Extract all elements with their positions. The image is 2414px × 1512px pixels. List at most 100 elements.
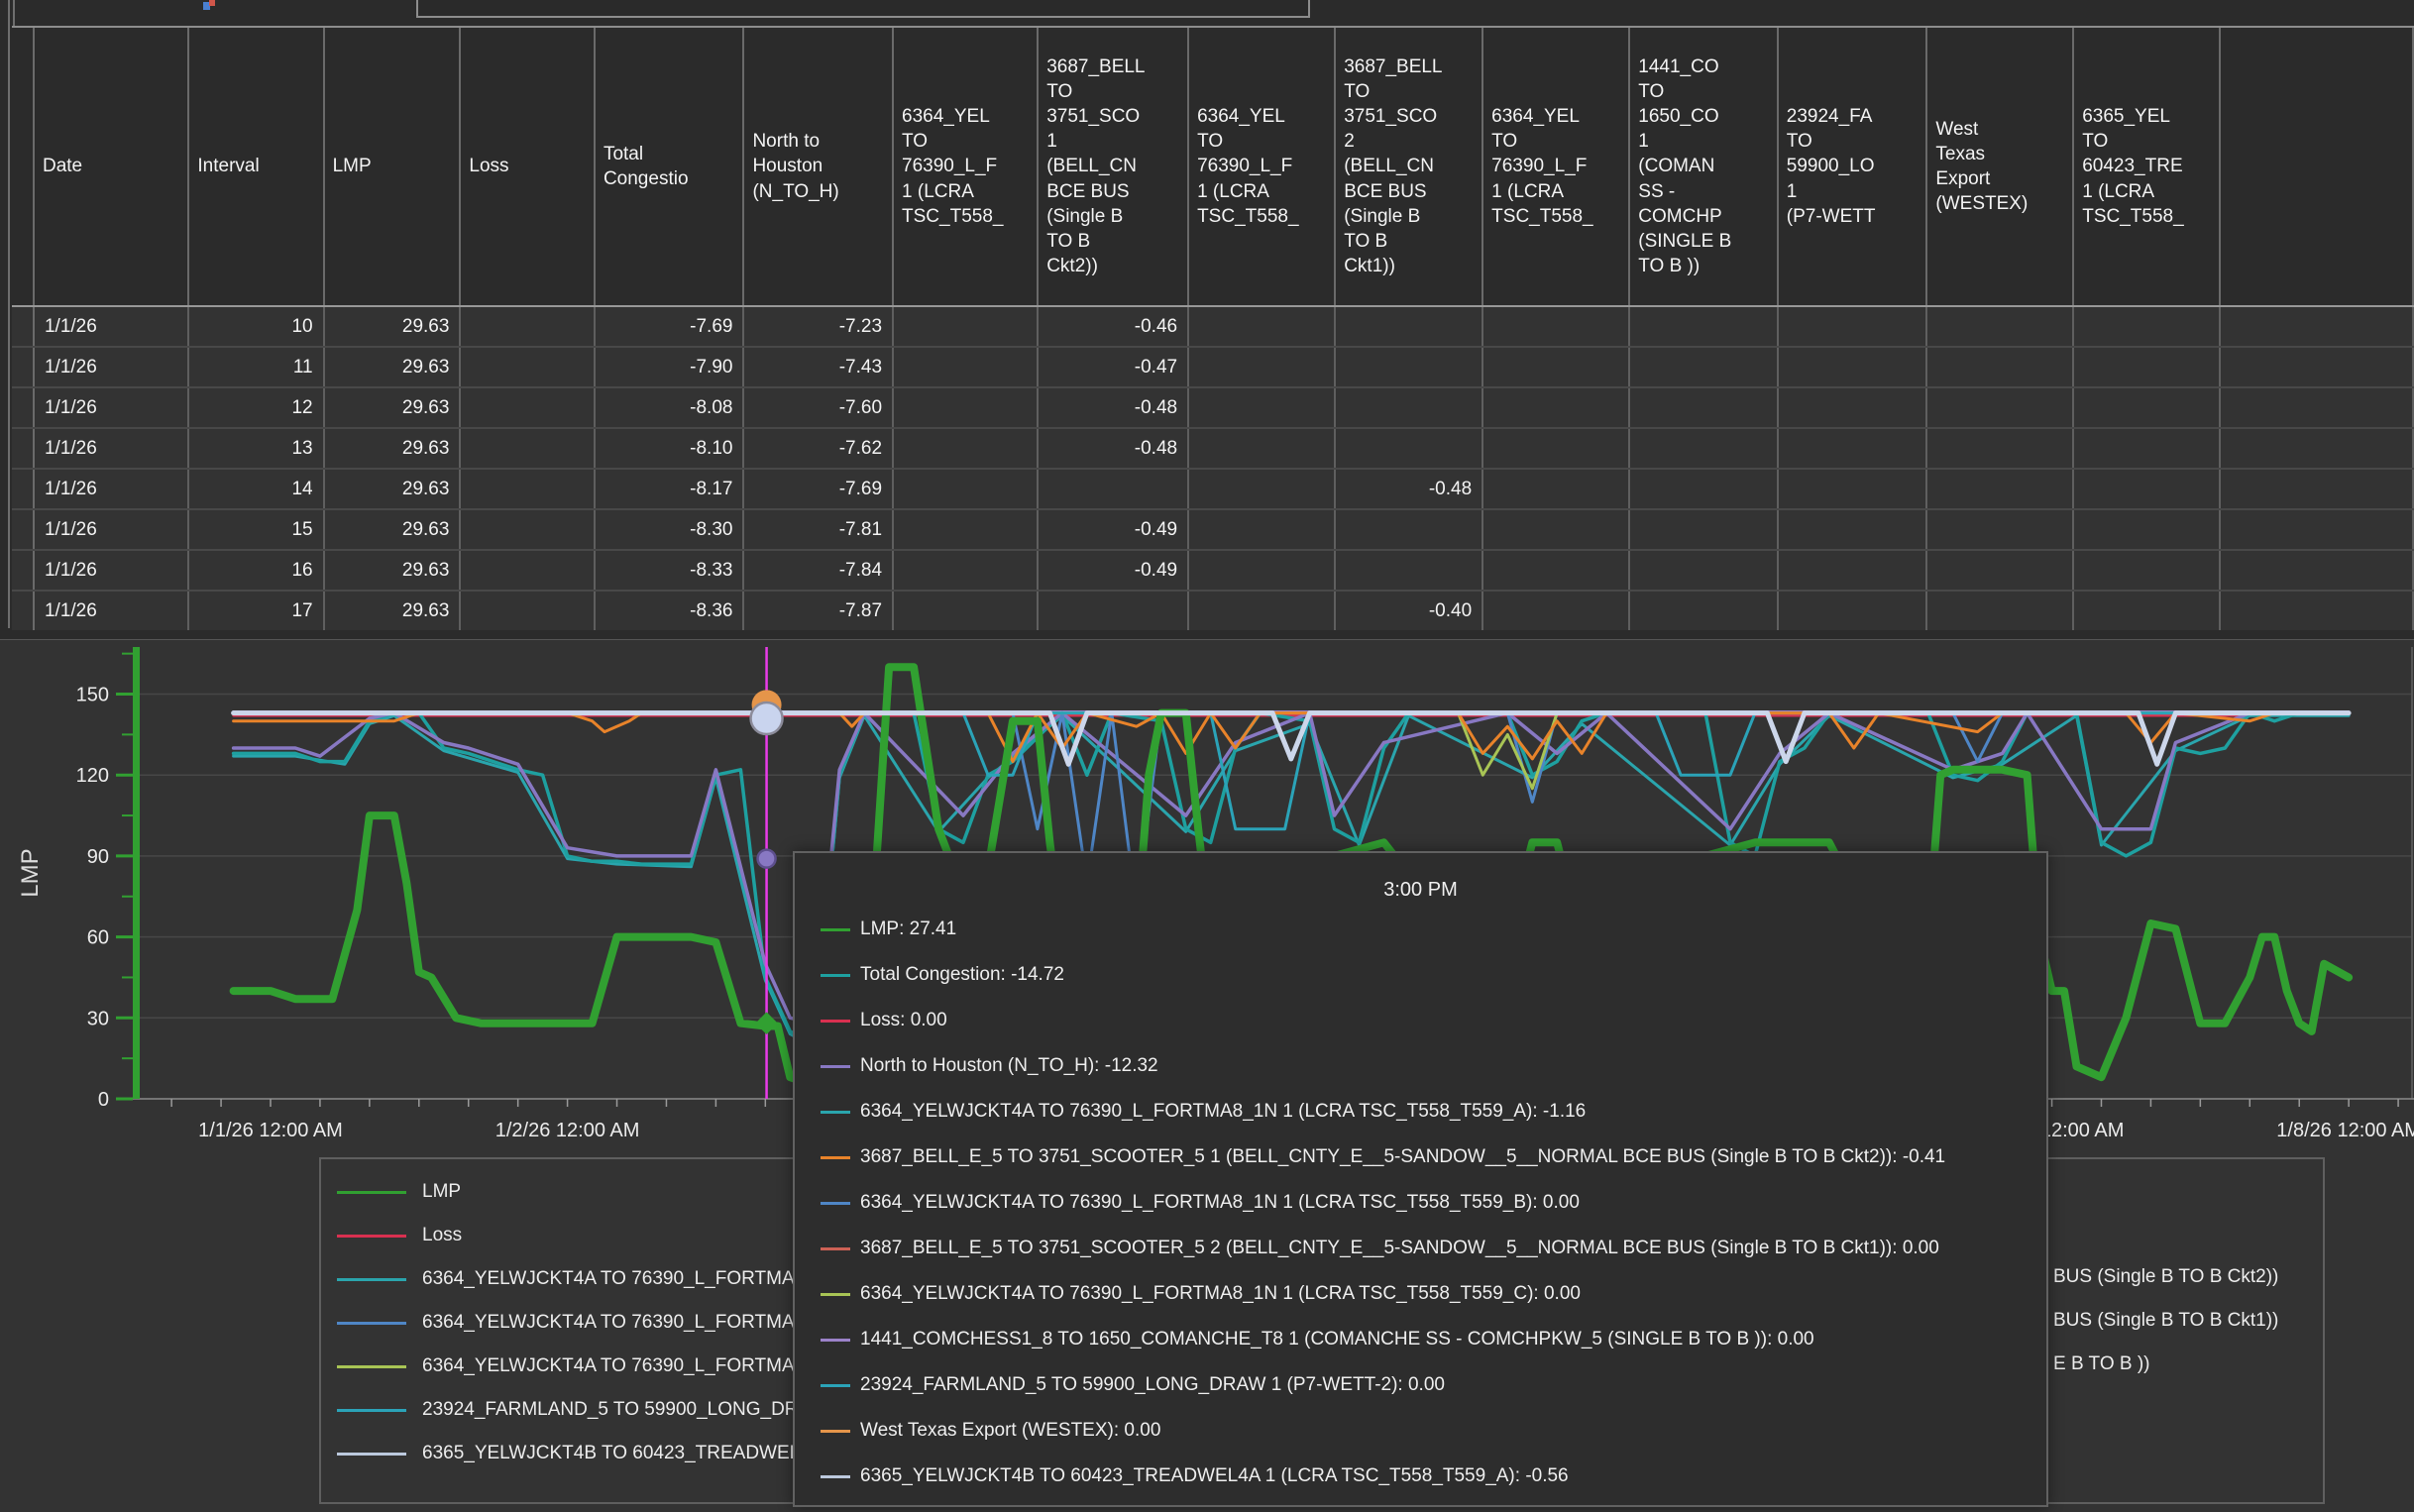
lmp-table[interactable]: Date Interval LMP Loss Total Congestio North … — [12, 28, 2414, 630]
table-cell[interactable] — [12, 347, 35, 388]
table-cell[interactable] — [1777, 306, 1928, 348]
table-cell[interactable] — [1926, 428, 2075, 470]
table-row[interactable]: 1/1/26 13 29.63 -8.10 -7.62 -0.48 — [12, 428, 2414, 470]
table-cell[interactable]: -7.23 — [743, 306, 895, 348]
table-cell[interactable] — [1188, 469, 1337, 510]
table-cell[interactable] — [893, 591, 1040, 630]
table-cell[interactable]: 29.63 — [323, 469, 462, 510]
table-cell[interactable] — [2073, 306, 2222, 348]
column-header[interactable]: Interval — [188, 28, 325, 307]
table-cell[interactable] — [1926, 550, 2075, 592]
column-header[interactable]: 23924_FA TO 59900_LO 1 (P7-WETT — [1777, 28, 1928, 307]
table-cell[interactable]: -8.30 — [594, 509, 745, 551]
column-header[interactable]: 6364_YEL TO 76390_L_F 1 (LCRA TSC_T558_ — [1188, 28, 1337, 307]
table-cell[interactable]: -0.46 — [1038, 306, 1190, 348]
column-header[interactable]: Loss — [460, 28, 596, 307]
table-cell[interactable] — [1038, 591, 1190, 630]
table-cell[interactable] — [12, 469, 35, 510]
table-cell[interactable] — [2073, 428, 2222, 470]
column-header[interactable] — [2220, 28, 2414, 307]
table-cell[interactable] — [12, 509, 35, 551]
table-cell[interactable] — [2220, 347, 2414, 388]
table-cell[interactable] — [1482, 469, 1631, 510]
table-cell[interactable]: -7.69 — [743, 469, 895, 510]
table-cell[interactable] — [2220, 387, 2414, 429]
table-cell[interactable] — [1777, 591, 1928, 630]
table-cell[interactable] — [2220, 591, 2414, 630]
table-cell[interactable] — [1335, 306, 1484, 348]
table-cell[interactable] — [2220, 550, 2414, 592]
table-row[interactable]: 1/1/26 11 29.63 -7.90 -7.43 -0.47 — [12, 347, 2414, 388]
table-cell[interactable] — [1188, 387, 1337, 429]
column-header[interactable]: 3687_BELL TO 3751_SCO 2 (BELL_CN BCE BUS… — [1335, 28, 1484, 307]
table-cell[interactable]: 1/1/26 — [33, 509, 190, 551]
table-cell[interactable] — [460, 550, 596, 592]
column-header[interactable]: Date — [33, 28, 190, 307]
table-cell[interactable]: 1/1/26 — [33, 591, 190, 630]
table-cell[interactable] — [1629, 469, 1779, 510]
table-cell[interactable] — [1482, 347, 1631, 388]
table-cell[interactable]: -7.90 — [594, 347, 745, 388]
table-cell[interactable]: 29.63 — [323, 550, 462, 592]
table-cell[interactable] — [1629, 550, 1779, 592]
table-cell[interactable]: -0.40 — [1335, 591, 1484, 630]
table-cell[interactable] — [1777, 509, 1928, 551]
table-cell[interactable]: -0.49 — [1038, 509, 1190, 551]
table-cell[interactable]: 1/1/26 — [33, 306, 190, 348]
table-cell[interactable] — [893, 428, 1040, 470]
table-cell[interactable]: 17 — [188, 591, 325, 630]
table-cell[interactable]: -8.36 — [594, 591, 745, 630]
table-cell[interactable] — [1777, 387, 1928, 429]
table-cell[interactable] — [1926, 306, 2075, 348]
table-cell[interactable] — [12, 428, 35, 470]
table-cell[interactable] — [1777, 469, 1928, 510]
table-cell[interactable] — [460, 306, 596, 348]
table-cell[interactable] — [1926, 387, 2075, 429]
table-cell[interactable]: -7.84 — [743, 550, 895, 592]
column-header[interactable]: LMP — [323, 28, 462, 307]
table-cell[interactable] — [1188, 509, 1337, 551]
table-cell[interactable] — [893, 469, 1040, 510]
table-cell[interactable] — [1926, 347, 2075, 388]
table-row[interactable]: 1/1/26 16 29.63 -8.33 -7.84 -0.49 — [12, 550, 2414, 592]
column-header[interactable]: 6364_YEL TO 76390_L_F 1 (LCRA TSC_T558_ — [1482, 28, 1631, 307]
table-cell[interactable]: 1/1/26 — [33, 428, 190, 470]
table-cell[interactable] — [2073, 469, 2222, 510]
column-header[interactable]: 6365_YEL TO 60423_TRE 1 (LCRA TSC_T558_ — [2073, 28, 2222, 307]
table-cell[interactable] — [1482, 509, 1631, 551]
table-cell[interactable] — [1335, 509, 1484, 551]
table-cell[interactable] — [2220, 306, 2414, 348]
table-cell[interactable]: -7.60 — [743, 387, 895, 429]
table-cell[interactable] — [12, 591, 35, 630]
table-cell[interactable]: 10 — [188, 306, 325, 348]
table-cell[interactable]: 1/1/26 — [33, 387, 190, 429]
legend-item[interactable]: LMP — [337, 1181, 461, 1203]
price-data-grid[interactable]: Date Interval LMP Loss Total Congestio North … — [12, 26, 2414, 630]
table-cell[interactable]: -7.62 — [743, 428, 895, 470]
table-cell[interactable]: -0.48 — [1038, 428, 1190, 470]
table-cell[interactable] — [1038, 469, 1190, 510]
table-cell[interactable]: 11 — [188, 347, 325, 388]
legend-item[interactable]: Loss — [337, 1225, 462, 1246]
table-cell[interactable]: -0.47 — [1038, 347, 1190, 388]
table-cell[interactable] — [2073, 387, 2222, 429]
table-cell[interactable] — [1629, 306, 1779, 348]
table-cell[interactable] — [2073, 591, 2222, 630]
table-cell[interactable] — [1335, 550, 1484, 592]
table-cell[interactable]: -8.33 — [594, 550, 745, 592]
table-cell[interactable] — [1188, 428, 1337, 470]
table-cell[interactable] — [893, 550, 1040, 592]
table-cell[interactable] — [893, 387, 1040, 429]
table-cell[interactable] — [1926, 469, 2075, 510]
table-cell[interactable] — [2220, 428, 2414, 470]
table-cell[interactable] — [1629, 591, 1779, 630]
table-cell[interactable] — [1188, 306, 1337, 348]
table-cell[interactable] — [1777, 550, 1928, 592]
table-cell[interactable] — [1482, 591, 1631, 630]
table-cell[interactable]: 15 — [188, 509, 325, 551]
table-cell[interactable]: -0.48 — [1335, 469, 1484, 510]
table-cell[interactable] — [2220, 509, 2414, 551]
table-cell[interactable]: -8.08 — [594, 387, 745, 429]
table-cell[interactable]: 29.63 — [323, 347, 462, 388]
table-cell[interactable]: -7.81 — [743, 509, 895, 551]
